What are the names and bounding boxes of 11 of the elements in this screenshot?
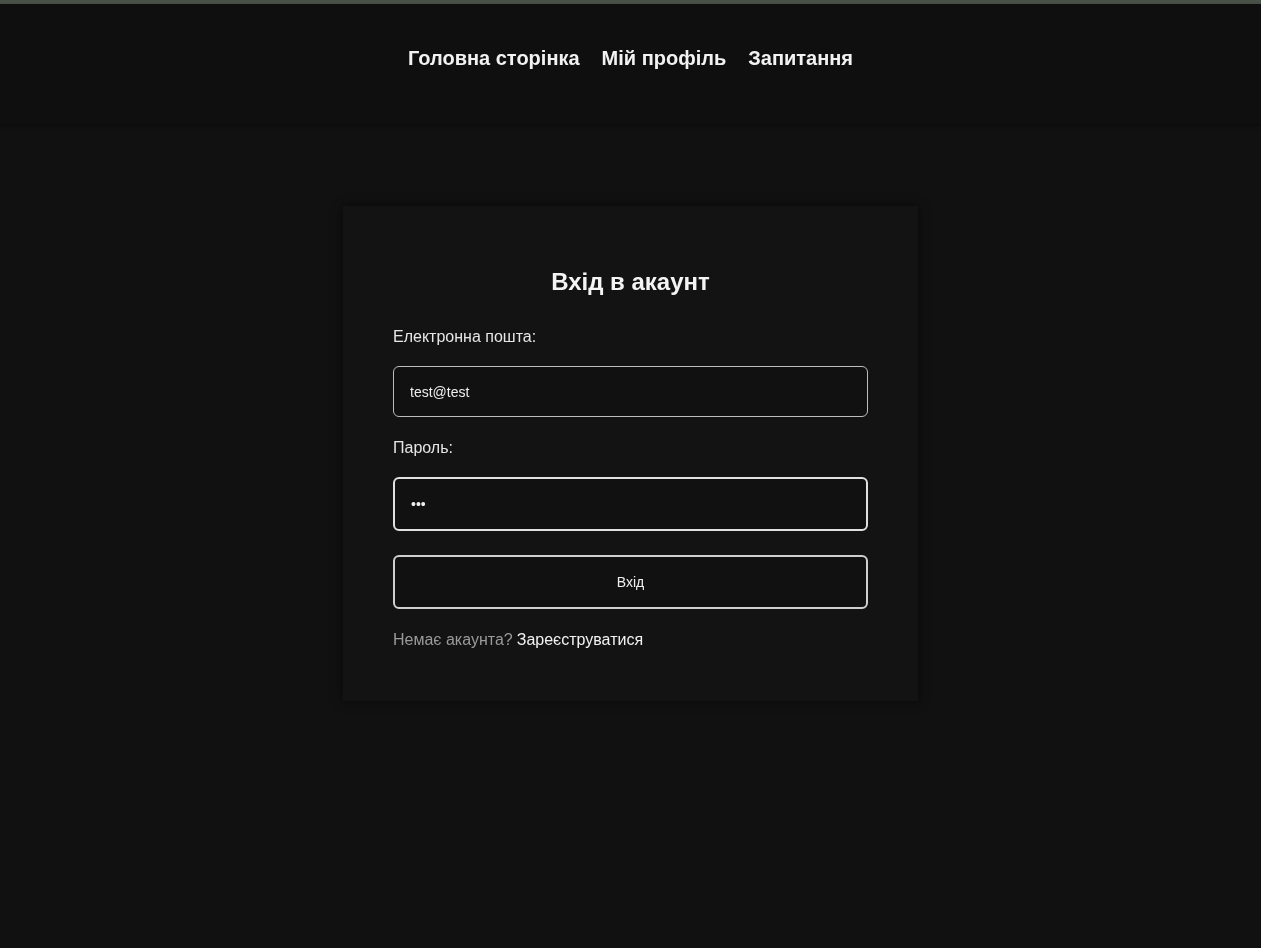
field-label: Пароль:	[393, 439, 454, 457]
nav-link[interactable]: Мій профіль	[601, 46, 727, 70]
signup-link[interactable]: Зареєструватися	[516, 631, 644, 649]
login-title: Вхід в акаунт	[550, 268, 711, 296]
login-button[interactable]: Вхід	[393, 555, 868, 609]
nav-link[interactable]: Головна сторінка	[407, 46, 580, 70]
signup-prompt: Немає акаунта?	[393, 631, 513, 649]
nav-link[interactable]: Запитання	[748, 46, 854, 70]
input-field[interactable]: test@test	[393, 366, 868, 417]
input-field[interactable]: •••	[393, 477, 868, 531]
field-label: Електронна пошта:	[393, 328, 538, 346]
